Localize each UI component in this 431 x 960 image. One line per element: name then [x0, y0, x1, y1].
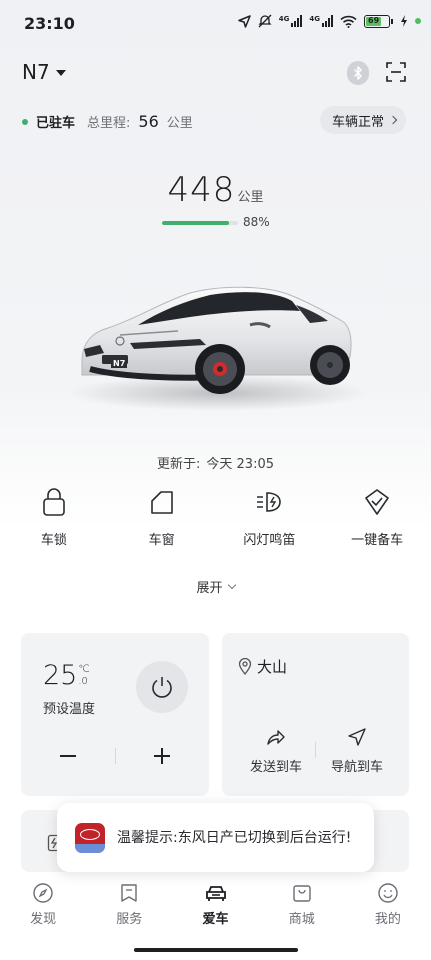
chevron-down-icon — [227, 580, 236, 589]
profile-icon — [378, 883, 398, 903]
signal-1-icon: 4G — [279, 15, 303, 27]
temperature-unit: ℃ .0 — [78, 664, 89, 688]
location-name: 大山 — [257, 658, 288, 676]
light-horn-button[interactable]: 闪灯鸣笛 — [216, 487, 324, 548]
scan-icon[interactable] — [386, 62, 406, 82]
vehicle-health-button[interactable]: 车辆正常 — [320, 106, 407, 134]
expand-label: 展开 — [196, 581, 223, 596]
shop-icon — [293, 885, 311, 902]
range-value: 448 — [167, 170, 236, 210]
power-icon — [152, 677, 172, 698]
minus-icon — [60, 755, 76, 757]
window-icon — [150, 491, 173, 514]
light-horn-icon — [257, 492, 282, 512]
location-pin-icon — [238, 658, 252, 675]
tab-profile-label: 我的 — [374, 912, 401, 927]
tab-discover-label: 发现 — [30, 912, 57, 927]
odometer-label: 总里程: — [87, 116, 131, 131]
parked-indicator-icon — [22, 118, 28, 125]
lock-icon — [43, 488, 65, 516]
vehicle-summary: 已驻车 总里程: 56 公里 — [22, 112, 193, 131]
location-title: 大山 — [238, 656, 287, 677]
navigation-arrow-icon — [348, 728, 366, 746]
signal-2-icon: 4G — [309, 15, 333, 27]
tab-shop-label: 商城 — [288, 912, 315, 927]
quick-actions: 车锁 车窗 闪灯鸣笛 一键备车 — [0, 487, 431, 548]
range-unit: 公里 — [237, 190, 264, 205]
wifi-icon — [340, 15, 357, 28]
temperature-unit-top: ℃ — [78, 664, 90, 675]
share-arrow-icon — [267, 730, 285, 745]
status-icons: 4G 4G 69 — [238, 14, 421, 28]
prepare-car-button[interactable]: 一键备车 — [323, 487, 431, 548]
divider — [115, 748, 116, 764]
toast-message: 温馨提示:东风日产已切换到后台运行! — [117, 829, 352, 846]
tab-my-car-label: 爱车 — [202, 912, 229, 927]
car-image — [68, 286, 368, 411]
window-button[interactable]: 车窗 — [108, 487, 216, 548]
privacy-dot-icon — [415, 18, 421, 24]
expand-button[interactable]: 展开 — [0, 577, 431, 596]
shield-check-icon — [365, 489, 389, 515]
divider — [315, 742, 316, 758]
send-to-car-label: 发送到车 — [249, 760, 302, 775]
caret-down-icon — [55, 70, 66, 76]
preset-temperature-label: 预设温度 — [43, 702, 96, 717]
status-time: 23:10 — [24, 14, 75, 33]
updated-label: 更新于: — [157, 457, 201, 472]
navigate-to-car-button[interactable]: 导航到车 — [322, 728, 392, 775]
updated-value: 今天 23:05 — [206, 457, 274, 472]
status-bar: 23:10 4G 4G 69 — [0, 0, 431, 50]
car-badge: N7 — [111, 359, 128, 368]
bottom-nav: 发现 服务 爱车 商城 我的 — [0, 882, 431, 927]
temperature-value: 25 — [43, 660, 78, 691]
location-arrow-icon — [238, 14, 251, 28]
parked-status: 已驻车 — [36, 116, 76, 131]
tab-profile[interactable]: 我的 — [345, 882, 431, 927]
tab-service[interactable]: 服务 — [86, 882, 172, 927]
odometer-unit: 公里 — [166, 116, 193, 131]
window-label: 车窗 — [148, 533, 175, 548]
temperature-increase-button[interactable] — [151, 745, 173, 767]
tab-shop[interactable]: 商城 — [259, 882, 345, 927]
climate-power-button[interactable] — [136, 661, 188, 713]
prepare-car-label: 一键备车 — [351, 533, 404, 548]
background-run-toast: 温馨提示:东风日产已切换到后台运行! — [57, 803, 374, 872]
light-horn-label: 闪灯鸣笛 — [243, 533, 296, 548]
tab-my-car[interactable]: 爱车 — [172, 882, 258, 927]
car-icon — [205, 886, 226, 901]
temperature-display: 25 ℃ .0 — [43, 660, 90, 691]
bluetooth-icon[interactable] — [347, 61, 369, 85]
odometer-value: 56 — [138, 112, 159, 131]
temperature-decrease-button[interactable] — [57, 745, 79, 767]
compass-icon — [33, 883, 53, 903]
battery-level: 69 — [366, 16, 382, 26]
temperature-unit-bottom: .0 — [78, 676, 88, 687]
charging-icon — [401, 15, 407, 27]
model-name: N7 — [22, 60, 50, 84]
lock-button[interactable]: 车锁 — [0, 487, 108, 548]
battery-bar-fill — [162, 221, 229, 225]
lock-label: 车锁 — [40, 533, 67, 548]
mute-icon — [258, 14, 272, 28]
battery-percent: 88% — [243, 215, 270, 229]
tab-service-label: 服务 — [116, 912, 143, 927]
service-icon — [121, 884, 137, 902]
battery-bar — [162, 221, 238, 225]
nissan-app-icon — [75, 822, 105, 853]
send-to-car-button[interactable]: 发送到车 — [238, 728, 314, 775]
chevron-right-icon — [388, 115, 398, 125]
range-display: 448 公里 — [0, 170, 431, 210]
tab-discover[interactable]: 发现 — [0, 882, 86, 927]
vehicle-selector[interactable]: N7 — [22, 60, 66, 84]
updated-time: 更新于: 今天 23:05 — [0, 453, 431, 472]
vehicle-health-label: 车辆正常 — [332, 114, 385, 130]
navigate-to-car-label: 导航到车 — [330, 760, 383, 775]
battery-icon: 69 — [364, 14, 393, 28]
home-indicator[interactable] — [134, 948, 298, 952]
